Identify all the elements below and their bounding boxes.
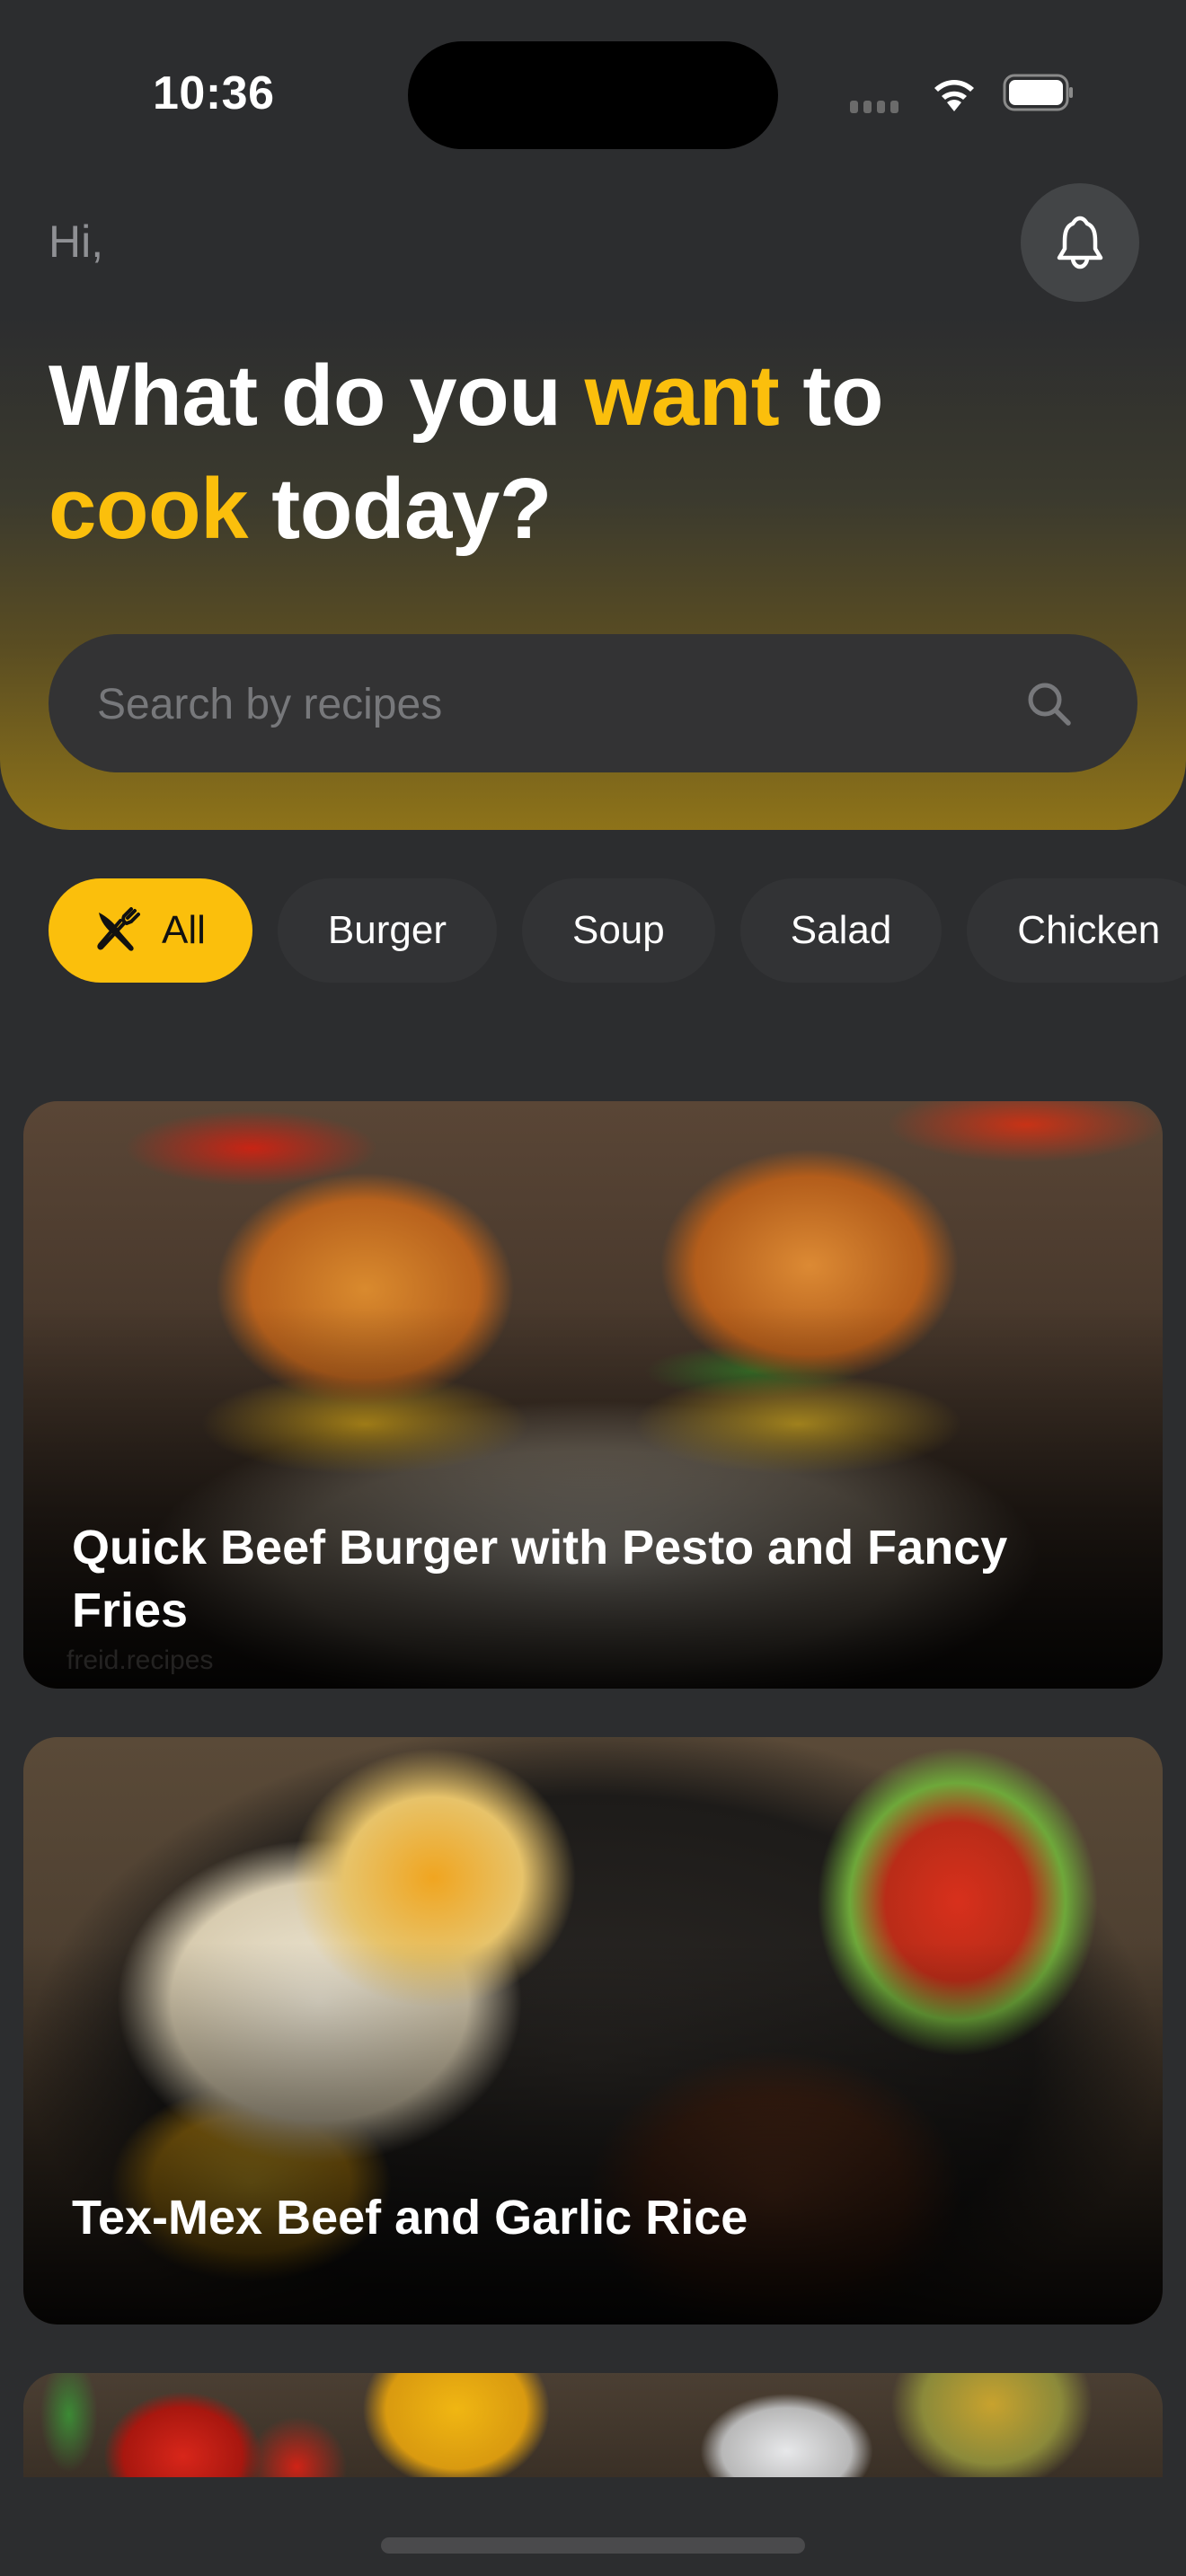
category-chip-burger[interactable]: Burger <box>277 878 497 983</box>
dynamic-island <box>408 41 778 149</box>
headline-part1: What do you <box>49 348 585 444</box>
category-chip-label: Burger <box>327 908 447 952</box>
headline-part2: to <box>779 348 884 444</box>
search-bar[interactable] <box>49 634 1137 774</box>
battery-icon <box>1003 74 1073 111</box>
recipe-image <box>23 2373 1163 2477</box>
home-indicator[interactable] <box>381 2537 805 2554</box>
recipe-watermark: freid.recipes <box>66 1645 214 1675</box>
status-time: 10:36 <box>153 67 275 119</box>
search-input[interactable] <box>95 634 997 774</box>
recipe-card[interactable] <box>23 2373 1163 2477</box>
wifi-icon <box>934 80 974 111</box>
search-icon[interactable] <box>1024 679 1075 729</box>
recipe-title: Tex-Mex Beef and Garlic Rice <box>72 2191 748 2245</box>
fork-knife-icon <box>97 907 140 951</box>
category-chip-label: All <box>162 908 206 952</box>
category-chips: All Burger Soup Salad Chicken <box>49 878 1186 983</box>
recipe-card[interactable]: Quick Beef Burger with Pesto and Fancy F… <box>23 1101 1163 1689</box>
category-chip-salad[interactable]: Salad <box>739 878 943 983</box>
category-chip-label: Chicken <box>1017 908 1161 952</box>
headline-accent-want: want <box>584 348 780 444</box>
recipe-card[interactable]: Tex-Mex Beef and Garlic Rice <box>23 1737 1163 2325</box>
bell-icon <box>1057 216 1103 269</box>
category-chip-chicken[interactable]: Chicken <box>967 878 1186 983</box>
category-chip-label: Salad <box>790 908 892 952</box>
cellular-signal-icon <box>850 101 898 113</box>
page-headline: What do you want to cook today? <box>49 340 1127 566</box>
notifications-button[interactable] <box>1021 183 1139 302</box>
headline-accent-cook: cook <box>49 461 249 557</box>
recipe-title: Quick Beef Burger with Pesto and Fancy F… <box>72 1521 1008 1637</box>
status-bar: 10:36 <box>0 0 1186 180</box>
category-chip-soup[interactable]: Soup <box>521 878 715 983</box>
category-chip-all[interactable]: All <box>49 878 252 983</box>
greeting-text: Hi, <box>49 216 104 267</box>
headline-part3: today? <box>248 461 552 557</box>
category-chip-label: Soup <box>571 908 665 952</box>
